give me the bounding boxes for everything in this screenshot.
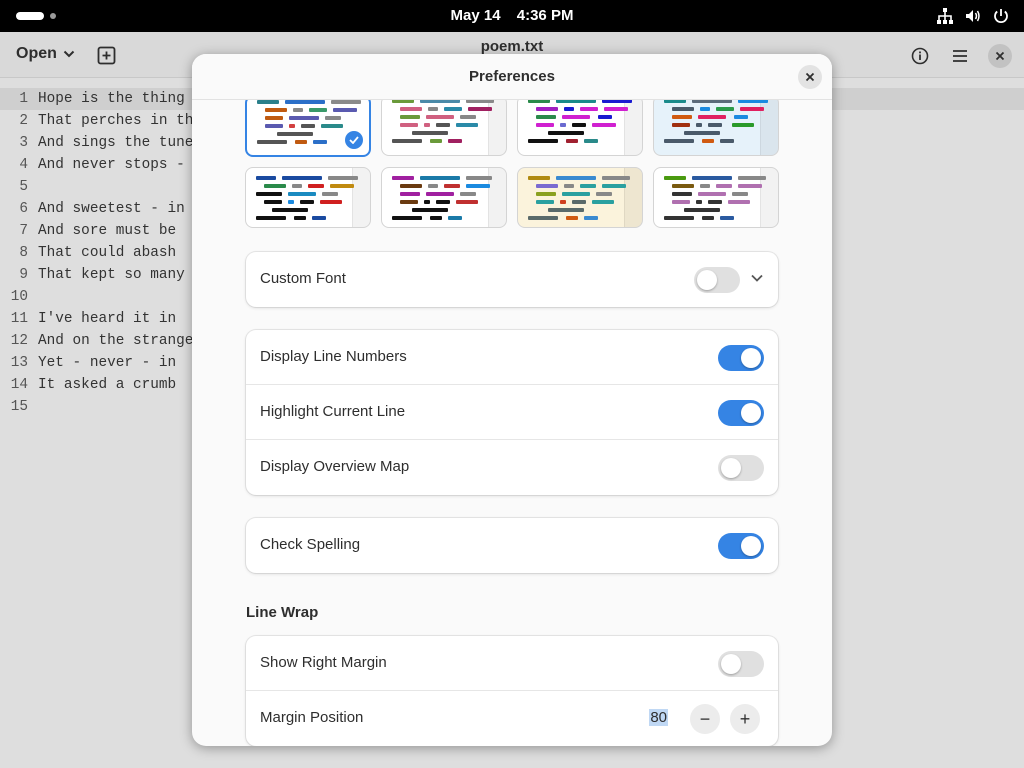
- display-overview-map-row[interactable]: Display Overview Map: [246, 440, 778, 495]
- close-icon: [995, 51, 1005, 61]
- display-options-group: Display Line Numbers Highlight Current L…: [246, 330, 778, 495]
- increase-margin-button[interactable]: +: [730, 704, 760, 734]
- line-text: [30, 286, 38, 308]
- style-scheme-thumbnail[interactable]: [517, 167, 643, 228]
- style-scheme-thumbnail[interactable]: [517, 100, 643, 156]
- line-number: 11: [10, 311, 28, 327]
- style-scheme-thumbnail[interactable]: [245, 167, 371, 228]
- close-icon: [805, 72, 815, 82]
- line-wrap-group: Show Right Margin Margin Position 80 − +: [246, 636, 778, 746]
- close-dialog-button[interactable]: [798, 65, 822, 89]
- line-text: And never stops -: [38, 157, 185, 173]
- dialog-title: Preferences: [469, 68, 555, 85]
- custom-font-row[interactable]: Custom Font: [246, 252, 778, 307]
- line-text: Hope is the thing: [38, 91, 185, 107]
- display-line-numbers-row[interactable]: Display Line Numbers: [246, 330, 778, 385]
- line-number: 1: [19, 91, 28, 107]
- close-window-button[interactable]: [988, 44, 1012, 68]
- line-text: That kept so many: [38, 267, 185, 283]
- line-text: And sweetest - in: [38, 201, 185, 217]
- highlight-current-line-switch[interactable]: [718, 400, 764, 426]
- preferences-dialog: Preferences Custom Font Display Line Num…: [192, 54, 832, 746]
- check-spelling-label: Check Spelling: [260, 536, 361, 553]
- power-icon: [994, 9, 1008, 23]
- plus-icon: +: [739, 708, 751, 729]
- date-label: May 14: [450, 7, 501, 24]
- line-number: 14: [10, 377, 28, 393]
- line-number: 4: [19, 157, 28, 173]
- custom-font-switch[interactable]: [694, 267, 740, 293]
- system-tray[interactable]: [936, 7, 1010, 25]
- margin-position-label: Margin Position: [260, 709, 364, 726]
- line-wrap-heading: Line Wrap: [246, 604, 319, 621]
- main-menu-button[interactable]: [948, 44, 972, 68]
- dialog-header: Preferences: [192, 54, 832, 100]
- line-number: 8: [19, 245, 28, 261]
- highlight-current-line-label: Highlight Current Line: [260, 403, 406, 420]
- line-number: 9: [19, 267, 28, 283]
- decrease-margin-button[interactable]: −: [690, 704, 720, 734]
- style-scheme-thumbnail[interactable]: [381, 100, 507, 156]
- line-text: And sings the tune: [38, 135, 194, 151]
- line-number: 12: [10, 333, 28, 349]
- document-info-button[interactable]: [908, 44, 932, 68]
- preferences-scroll-area[interactable]: Custom Font Display Line Numbers Highlig…: [192, 100, 832, 746]
- line-text: And sore must be: [38, 223, 177, 239]
- check-spelling-row[interactable]: Check Spelling: [246, 518, 778, 573]
- time-label: 4:36 PM: [516, 7, 574, 24]
- style-scheme-thumbnail[interactable]: [381, 167, 507, 228]
- line-number: 3: [19, 135, 28, 151]
- line-text: I've heard it in: [38, 311, 177, 327]
- style-scheme-thumbnail[interactable]: [653, 167, 779, 228]
- line-number: 15: [10, 399, 28, 415]
- line-text: That perches in th: [38, 113, 194, 129]
- display-overview-map-switch[interactable]: [718, 455, 764, 481]
- info-icon: [911, 47, 929, 65]
- line-number: 2: [19, 113, 28, 129]
- network-icon: [937, 8, 953, 24]
- show-right-margin-row[interactable]: Show Right Margin: [246, 636, 778, 691]
- line-text: And on the strange: [38, 333, 194, 349]
- line-number: 6: [19, 201, 28, 217]
- show-right-margin-switch[interactable]: [718, 651, 764, 677]
- line-text: That could abash: [38, 245, 177, 261]
- minus-icon: −: [699, 708, 711, 729]
- line-number: 7: [19, 223, 28, 239]
- line-number: 13: [10, 355, 28, 371]
- display-overview-map-label: Display Overview Map: [260, 458, 410, 475]
- line-text: [30, 176, 38, 198]
- window-title: poem.txt: [480, 38, 544, 55]
- custom-font-label: Custom Font: [260, 270, 346, 287]
- line-number: 10: [10, 289, 28, 305]
- display-line-numbers-switch[interactable]: [718, 345, 764, 371]
- selected-check-icon: [345, 131, 363, 149]
- line-text: It asked a crumb: [38, 377, 177, 393]
- volume-icon: [966, 10, 980, 22]
- style-scheme-thumbnail[interactable]: [653, 100, 779, 156]
- highlight-current-line-row[interactable]: Highlight Current Line: [246, 385, 778, 440]
- display-line-numbers-label: Display Line Numbers: [260, 348, 407, 365]
- margin-position-value[interactable]: 80: [649, 709, 668, 726]
- line-text: Yet - never - in: [38, 355, 177, 371]
- top-bar: May 14 4:36 PM: [0, 0, 1024, 32]
- clock[interactable]: May 14 4:36 PM: [0, 7, 1024, 24]
- spelling-group: Check Spelling: [246, 518, 778, 573]
- show-right-margin-label: Show Right Margin: [260, 654, 387, 671]
- custom-font-group: Custom Font: [246, 252, 778, 307]
- line-text: [30, 396, 38, 418]
- check-spelling-switch[interactable]: [718, 533, 764, 559]
- hamburger-menu-icon: [953, 50, 967, 62]
- line-number: 5: [19, 179, 28, 195]
- style-scheme-thumbnail[interactable]: [245, 100, 371, 157]
- chevron-down-icon[interactable]: [750, 271, 764, 285]
- margin-position-row: Margin Position 80 − +: [246, 691, 778, 746]
